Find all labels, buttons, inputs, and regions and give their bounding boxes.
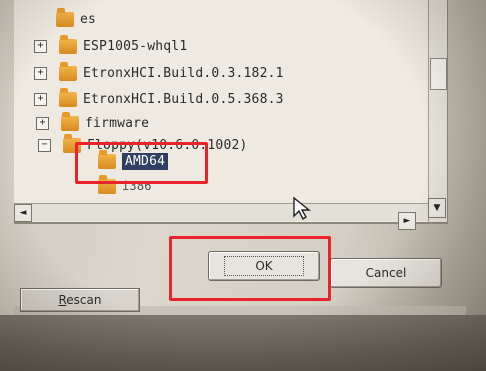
scroll-down-button[interactable]: ▼ bbox=[428, 198, 446, 218]
expand-icon[interactable]: + bbox=[36, 116, 49, 130]
cancel-button-label: Cancel bbox=[365, 266, 407, 280]
tree-item-etronx-0-3[interactable]: + EtronxHCI.Build.0.3.182.1 bbox=[34, 61, 284, 84]
rescan-button-label: Rescan bbox=[58, 293, 102, 307]
tree-item-esp1005[interactable]: + ESP1005-whql1 bbox=[34, 34, 188, 57]
tree-item-label: EtronxHCI.Build.0.3.182.1 bbox=[83, 65, 284, 81]
vertical-scroll-thumb[interactable] bbox=[430, 58, 447, 90]
scroll-right-button[interactable]: ► bbox=[398, 212, 416, 230]
expand-icon[interactable]: + bbox=[34, 66, 47, 80]
folder-icon bbox=[56, 7, 74, 27]
folder-icon bbox=[59, 87, 77, 107]
expand-icon[interactable]: + bbox=[34, 39, 47, 53]
arrow-right-icon: ► bbox=[403, 215, 411, 226]
tree-item-label: EtronxHCI.Build.0.5.368.3 bbox=[83, 91, 284, 107]
amd64-highlight-box bbox=[75, 142, 208, 184]
scroll-left-button[interactable]: ◄ bbox=[14, 204, 32, 222]
folder-icon bbox=[59, 61, 77, 81]
tree-item-label: firmware bbox=[85, 115, 150, 131]
rescan-button[interactable]: Rescan bbox=[20, 288, 140, 312]
cancel-button[interactable]: Cancel bbox=[330, 258, 442, 288]
desk-background bbox=[0, 315, 486, 371]
tree-item-label: ESP1005-whql1 bbox=[83, 38, 188, 54]
tree-item-firmware[interactable]: + firmware bbox=[36, 111, 150, 134]
mouse-pointer-icon bbox=[293, 196, 311, 221]
collapse-icon[interactable]: − bbox=[38, 138, 51, 152]
vertical-scrollbar[interactable] bbox=[428, 0, 447, 222]
folder-icon bbox=[59, 34, 77, 54]
tree-item-es[interactable]: es bbox=[56, 7, 97, 30]
ok-highlight-box bbox=[169, 236, 331, 301]
tree-item-etronx-0-5[interactable]: + EtronxHCI.Build.0.5.368.3 bbox=[34, 87, 284, 110]
arrow-left-icon: ◄ bbox=[19, 207, 27, 218]
arrow-down-icon: ▼ bbox=[433, 202, 441, 213]
tree-item-label: es bbox=[80, 11, 97, 27]
expand-icon[interactable]: + bbox=[34, 92, 47, 106]
folder-icon bbox=[61, 111, 79, 131]
horizontal-scrollbar[interactable] bbox=[14, 203, 428, 221]
